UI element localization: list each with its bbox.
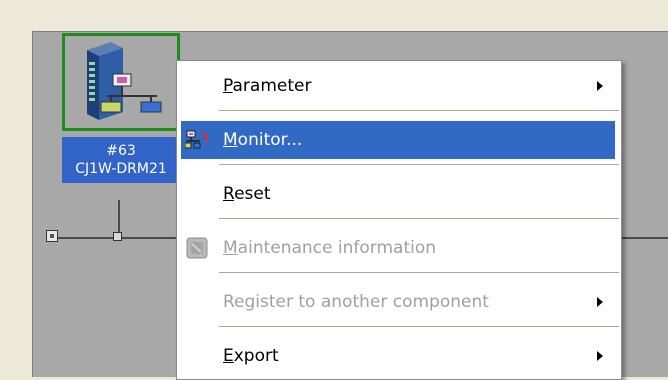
submenu-arrow-icon [597,297,603,307]
window-frame-top [0,0,668,30]
menu-item-export[interactable]: Export [181,337,615,375]
menu-item-maintenance-information[interactable]: Maintenance information [181,229,615,267]
network-monitor-icon [185,130,209,149]
menu-separator [219,110,619,112]
node-address: #63 [106,143,136,159]
menu-separator [219,272,619,274]
menu-item-accel: R [223,184,235,204]
device-node-label[interactable]: #63 CJ1W-DRM21 [62,137,180,183]
menu-item-accel: P [223,76,233,96]
window-frame-left [0,30,33,376]
menu-item-label: Register to another component [223,292,489,312]
menu-item-label: aintenance information [237,238,437,258]
menu-item-reset[interactable]: Reset [181,175,615,213]
menu-separator [219,164,619,166]
menu-item-register-to-another-component[interactable]: Register to another component [181,283,615,321]
menu-item-accel: E [223,346,234,366]
menu-item-accel: M [223,130,238,150]
device-unit-icon [87,42,162,120]
device-node[interactable] [62,33,180,131]
menu-item-label: eset [234,184,271,204]
menu-separator [219,326,619,328]
submenu-arrow-icon [597,81,603,91]
menu-item-label: arameter [232,76,312,96]
menu-item-monitor[interactable]: Monitor... [181,121,615,159]
node-model: CJ1W-DRM21 [75,161,167,177]
menu-item-label: xport [233,346,279,366]
menu-item-accel: M [223,238,238,258]
bus-connection-point [113,232,122,241]
bus-terminator [46,230,58,242]
context-menu: Parameter Monitor... Reset Maintenance i… [176,60,622,380]
menu-item-label: onitor... [237,130,303,150]
menu-item-parameter[interactable]: Parameter [181,67,615,105]
submenu-arrow-icon [597,351,603,361]
maintenance-icon [186,237,208,259]
menu-separator [219,218,619,220]
